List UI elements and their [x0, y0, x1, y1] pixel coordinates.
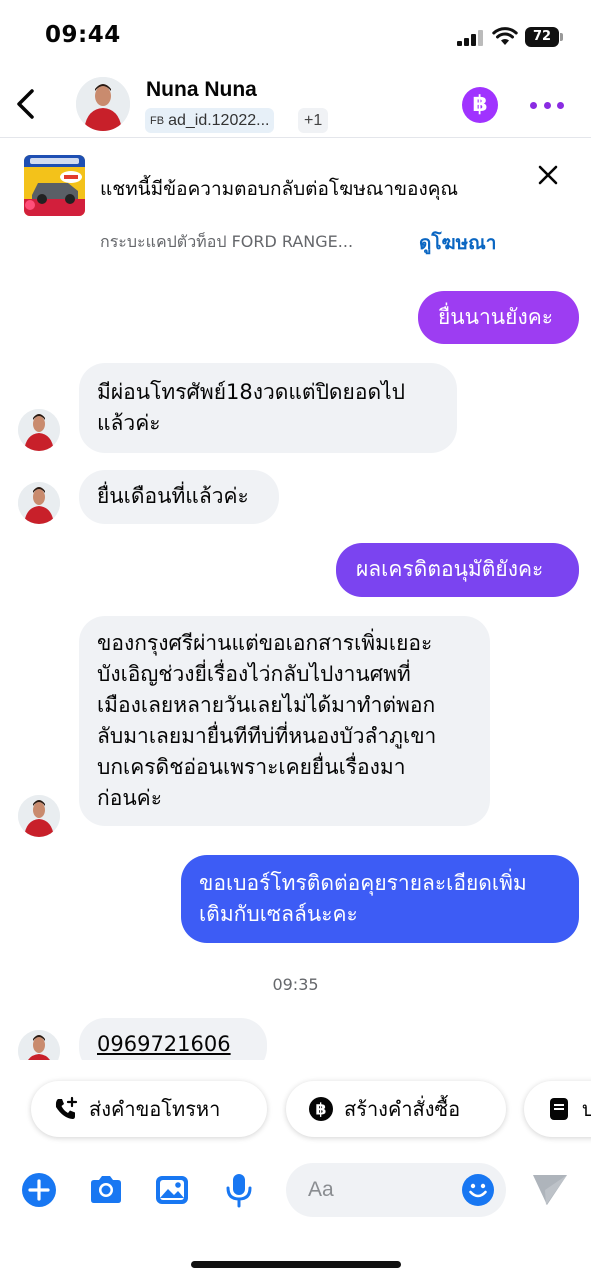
incoming-message[interactable]: มีผ่อนโทรศัพย์18งวดแต่ปิดยอดไป แล้วค่ะ — [79, 363, 457, 453]
outgoing-message[interactable]: ยื่นนานยังคะ — [418, 291, 579, 344]
message-list[interactable]: ยื่นนานยังคะ มีผ่อนโทรศัพย์18งวดแต่ปิดยอ… — [0, 270, 591, 1060]
ad-reply-message: แชทนี้มีข้อความตอบกลับต่อโฆษณาของคุณ — [100, 178, 459, 200]
third-action-button[interactable]: บ — [524, 1081, 591, 1137]
message-text: ยื่นเดือนที่แล้วค่ะ — [97, 484, 249, 508]
message-text-line: ลับมาเลยมายื่นทีทีบ่ที่หนองบัวลำภูเขา — [97, 724, 437, 748]
contact-name[interactable]: Nuna Nuna — [146, 78, 257, 102]
document-icon — [550, 1098, 568, 1120]
extra-labels-count[interactable]: +1 — [298, 108, 329, 133]
view-ad-link[interactable]: ดูโฆษณา — [419, 228, 496, 258]
outgoing-message[interactable]: ผลเครดิตอนุมัติยังคะ — [336, 543, 579, 597]
message-text-line: มีผ่อนโทรศัพย์18งวดแต่ปิดยอดไป — [97, 380, 405, 404]
cellular-signal-icon — [457, 30, 483, 46]
ad-product-title: กระบะแคปตัวท็อป FORD RANGE... — [100, 232, 354, 251]
payment-baht-button[interactable]: ฿ — [462, 87, 498, 123]
ad-id-label: ad_id.12022... — [168, 111, 270, 129]
battery-level: 72 — [525, 27, 559, 47]
baht-icon: ฿ — [309, 1097, 333, 1121]
message-input[interactable]: Aa — [286, 1163, 506, 1217]
fb-tag: FB — [150, 114, 165, 127]
gallery-icon[interactable] — [153, 1171, 191, 1209]
incoming-message[interactable]: ของกรุงศรีผ่านแต่ขอเอกสารเพิ่มเยอะ บังเอ… — [79, 616, 490, 826]
incoming-message[interactable]: 0969721606 — [79, 1018, 267, 1060]
plus-icon[interactable] — [20, 1171, 58, 1209]
more-options-icon[interactable] — [530, 92, 564, 118]
message-text-line: บกเครดิชอ่อนเพราะเคยยื่นเรื่องมา — [97, 755, 406, 779]
phone-plus-icon — [55, 1096, 78, 1119]
contact-avatar[interactable] — [76, 77, 130, 131]
camera-icon[interactable] — [87, 1171, 125, 1209]
back-chevron-icon[interactable] — [10, 85, 40, 123]
send-icon[interactable] — [531, 1172, 569, 1208]
incoming-message[interactable]: ยื่นเดือนที่แล้วค่ะ — [79, 470, 279, 524]
contact-avatar-small[interactable] — [18, 1030, 60, 1060]
message-text: ผลเครดิตอนุมัติยังคะ — [356, 557, 544, 581]
create-order-label: สร้างคำสั่งซื้อ — [344, 1097, 461, 1121]
message-text-line: ขอเบอร์โทรติดต่อคุยรายละเอียดเพิ่ม — [199, 871, 527, 895]
message-text-line: ของกรุงศรีผ่านแต่ขอเอกสารเพิ่มเยอะ — [97, 631, 433, 655]
conversation-header: Nuna Nuna FB ad_id.12022... +1 ฿ — [0, 72, 591, 138]
message-timestamp: 09:35 — [272, 975, 319, 994]
message-text-line: แล้วค่ะ — [97, 411, 161, 435]
status-bar: 09:44 72 — [0, 0, 591, 72]
message-input-placeholder: Aa — [308, 1178, 334, 1201]
home-indicator — [191, 1261, 401, 1268]
third-action-label: บ — [582, 1097, 591, 1121]
ad-thumbnail-image[interactable] — [24, 155, 85, 216]
request-call-button[interactable]: ส่งคำขอโทรหา — [31, 1081, 267, 1137]
message-text-line: เมืองเลยหลายวันเลยไม่ได้มาทำต่พอก — [97, 693, 436, 717]
close-icon[interactable] — [536, 163, 560, 187]
wifi-icon — [492, 27, 518, 45]
svg-text:฿: ฿ — [315, 1100, 326, 1119]
ad-reply-banner: แชทนี้มีข้อความตอบกลับต่อโฆษณาของคุณ กระ… — [0, 139, 591, 269]
emoji-icon[interactable] — [461, 1173, 495, 1207]
battery-icon: 72 — [525, 27, 563, 47]
contact-avatar-small[interactable] — [18, 795, 60, 837]
message-text-line: ก่อนค่ะ — [97, 786, 163, 810]
status-time: 09:44 — [45, 22, 121, 48]
contact-avatar-small[interactable] — [18, 409, 60, 451]
ad-id-chip[interactable]: FB ad_id.12022... — [145, 108, 275, 133]
create-order-button[interactable]: ฿ สร้างคำสั่งซื้อ — [286, 1081, 506, 1137]
message-text-line: เติมกับเซลล์นะคะ — [199, 902, 358, 926]
contact-avatar-small[interactable] — [18, 482, 60, 524]
message-composer: Aa — [0, 1158, 591, 1222]
message-text: ยื่นนานยังคะ — [438, 305, 554, 329]
outgoing-message[interactable]: ขอเบอร์โทรติดต่อคุยรายละเอียดเพิ่ม เติมก… — [181, 855, 579, 943]
request-call-label: ส่งคำขอโทรหา — [89, 1097, 221, 1121]
microphone-icon[interactable] — [220, 1171, 258, 1209]
message-text-line: บังเอิญช่วงยี่เรื่องไว่กลับไปงานศพที่ — [97, 662, 411, 686]
quick-actions-bar: ส่งคำขอโทรหา ฿ สร้างคำสั่งซื้อ บ — [0, 1075, 591, 1145]
phone-number-link[interactable]: 0969721606 — [97, 1032, 231, 1056]
